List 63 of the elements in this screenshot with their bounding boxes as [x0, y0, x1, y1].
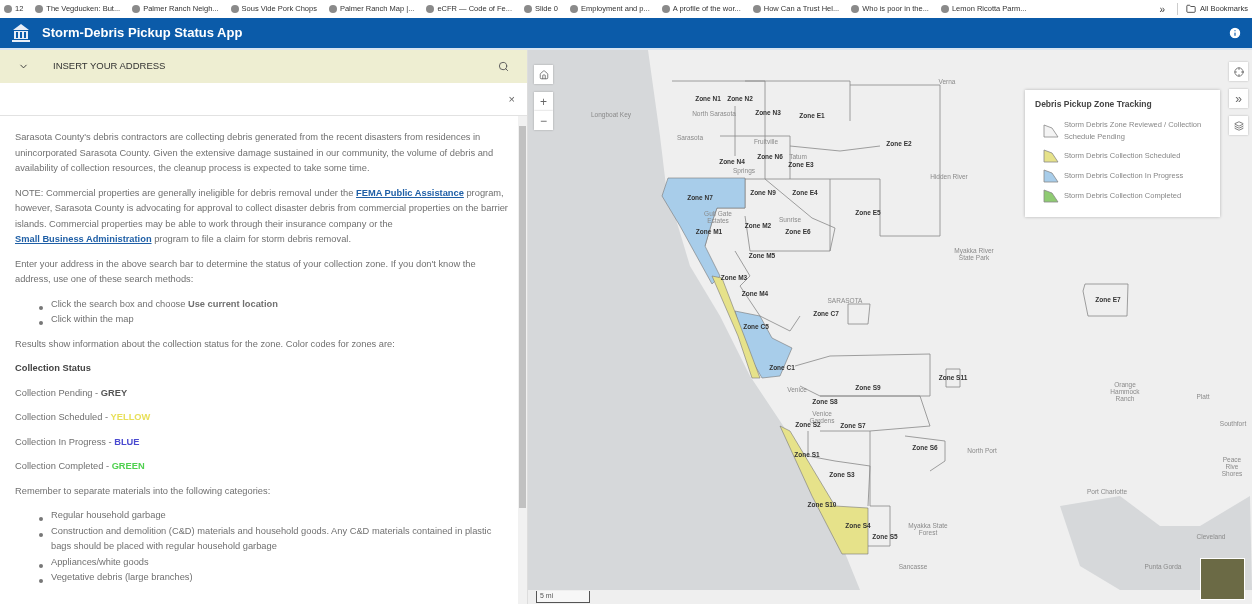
site-icon [661, 5, 670, 13]
section-heading: Collection Status [15, 362, 92, 375]
scrollbar-thumb[interactable] [519, 126, 526, 508]
text-link[interactable]: Small Business Administration [15, 234, 152, 244]
app-title: Storm-Debris Pickup Status App [42, 24, 243, 43]
list-item: Construction and demolition (C&D) materials and household goods. Any C&D materials contained in plastic bags should be placed with regular household garbage [51, 524, 493, 553]
status-label: Collection In Progress - [15, 436, 113, 447]
home-icon [538, 69, 549, 80]
site-icon [132, 5, 141, 13]
address-search-bar[interactable]: INSERT YOUR ADDRESS [0, 50, 527, 83]
status-value: YELLOW [110, 412, 151, 422]
site-icon [328, 5, 337, 13]
bullet-icon [39, 321, 43, 325]
text-link[interactable]: FEMA Public Assistance [356, 187, 464, 198]
paragraph: Results show information about the collection status for the zone. Color codes for zones are: [15, 337, 396, 351]
expand-button[interactable]: » [1229, 89, 1248, 108]
clear-button[interactable]: × [508, 90, 515, 108]
home-button[interactable] [534, 65, 553, 84]
status-value: GREEN [111, 461, 145, 471]
locate-icon [1233, 66, 1244, 77]
site-icon [524, 5, 533, 13]
building-logo-icon [10, 22, 32, 44]
list-item: Click within the map [51, 313, 134, 326]
status-label: Collection Pending - [15, 387, 100, 398]
list-item: Regular household garbage [51, 509, 166, 522]
paragraph: Remember to separate materials into the following categories: [15, 484, 272, 498]
status-value: GREY [100, 387, 128, 398]
list-item: Vegetative debris (large branches) [51, 571, 193, 584]
site-icon [35, 5, 44, 13]
site-icon [940, 5, 949, 13]
address-input-field[interactable]: × [0, 83, 527, 116]
site-icon [4, 5, 12, 13]
site-icon [426, 5, 435, 13]
site-icon [569, 5, 578, 13]
bullet-icon [39, 579, 43, 583]
scrollbar[interactable] [518, 116, 527, 604]
layers-icon [1233, 120, 1244, 131]
folder-icon [1186, 4, 1197, 14]
bullet-icon [39, 532, 43, 537]
search-icon [498, 61, 509, 72]
search-title: INSERT YOUR ADDRESS [53, 59, 167, 74]
site-icon [752, 5, 761, 13]
zoom-in-button[interactable]: + [534, 92, 553, 111]
paragraph: Enter your address in the above search bar to determine the status of your collection zone. If you don't know the address, use one of these search methods: [15, 257, 477, 286]
bullet-icon [39, 563, 43, 568]
site-icon [851, 5, 860, 13]
list-item: Appliances/white goods [51, 555, 149, 569]
basemap-thumbnail[interactable] [1200, 558, 1245, 600]
paragraph: Sarasota County's debris contractors are collecting debris generated from the recent disasters from residences in unincorporated Sarasota County. Given the extensive damage sustained in our community, the volume of debris and availability of collection resources, the cleanup process is expected to take some time. [15, 131, 495, 175]
zoom-out-button[interactable]: − [534, 111, 553, 130]
bullet-icon [39, 305, 43, 310]
paragraph: NOTE: Commercial properties are generally ineligible for debris removal under the FEMA Public Assistance program, however, Sarasota County is advocating for approval to collect disaster debris from commercial properties on the barrier islands. Commercial properties may be able to work through their insurance company or the Small Business Administration program to file a claim for storm debris removal. [15, 186, 509, 246]
status-value: BLUE [114, 436, 140, 447]
status-label: Collection Completed - [15, 461, 111, 471]
locate-button[interactable] [1229, 62, 1248, 81]
list-item: Click the search box and choose Use current location [51, 297, 278, 311]
layers-button[interactable] [1229, 116, 1248, 135]
site-icon [230, 5, 239, 13]
bullet-icon [39, 517, 43, 521]
info-icon[interactable] [1228, 26, 1242, 40]
legend-title: Debris Pickup Zone Tracking [1035, 98, 1153, 111]
status-label: Collection Scheduled - [15, 412, 110, 422]
more-bookmarks-button[interactable]: » [1159, 1, 1166, 17]
